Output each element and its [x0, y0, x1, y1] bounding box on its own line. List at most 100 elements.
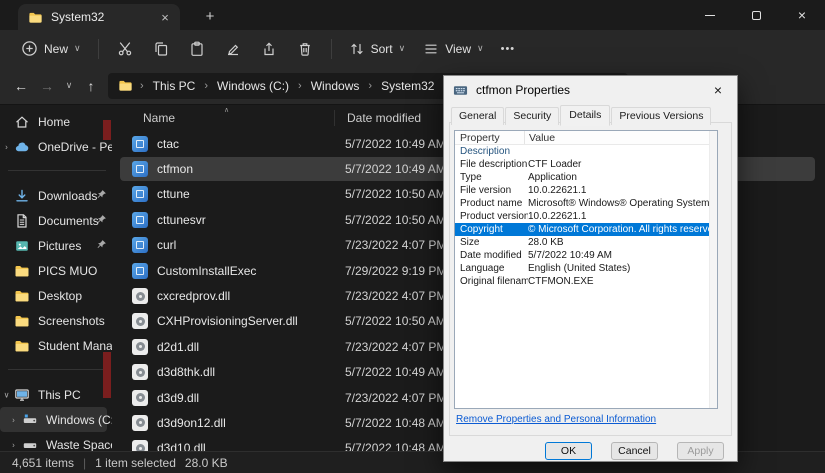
dialog-tabs: General Security Details Previous Versio…: [451, 105, 712, 126]
cut-button[interactable]: [110, 34, 140, 64]
property-name: Size: [460, 237, 480, 248]
explorer-tab[interactable]: System32 ×: [18, 4, 180, 30]
property-row-selected[interactable]: Copyright © Microsoft Corporation. All ri…: [455, 223, 709, 236]
minimize-button[interactable]: [687, 0, 733, 30]
chevron-down-icon[interactable]: ∨: [2, 390, 11, 399]
column-header-value[interactable]: Value: [524, 131, 709, 144]
view-button[interactable]: View ∨: [414, 36, 492, 62]
property-row[interactable]: Size 28.0 KB: [455, 236, 709, 249]
application-icon: [132, 186, 148, 203]
breadcrumb-windows[interactable]: Windows: [309, 78, 362, 94]
property-row[interactable]: Product version 10.0.22621.1: [455, 210, 709, 223]
picture-icon: [14, 238, 30, 254]
sidebar-item-downloads[interactable]: Downloads: [0, 183, 112, 208]
sidebar-item-label: Student Manage: [38, 338, 112, 353]
ctfmon-icon: [453, 83, 468, 98]
cancel-button[interactable]: Cancel: [611, 442, 658, 460]
property-row[interactable]: Type Application: [455, 171, 709, 184]
chevron-right-icon[interactable]: ›: [9, 440, 18, 449]
breadcrumb-system32[interactable]: System32: [379, 78, 436, 94]
remove-properties-link[interactable]: Remove Properties and Personal Informati…: [456, 414, 656, 425]
title-bar[interactable]: System32 × + ×: [0, 0, 825, 30]
sidebar-item-desktop[interactable]: Desktop: [0, 283, 112, 308]
file-date: 5/7/2022 10:50 AM: [345, 314, 446, 329]
sidebar-item-documents[interactable]: Documents: [0, 208, 112, 233]
drive-icon: [22, 437, 38, 452]
new-tab-button[interactable]: +: [198, 4, 222, 28]
file-name: d3d10.dll: [157, 441, 206, 451]
rename-button[interactable]: [218, 34, 248, 64]
breadcrumb-windows-c[interactable]: Windows (C:): [215, 78, 291, 94]
delete-button[interactable]: [290, 34, 320, 64]
tab-general[interactable]: General: [451, 107, 505, 125]
file-name: curl: [157, 238, 177, 253]
sort-ascending-icon: ∧: [224, 107, 230, 114]
sidebar-item-label: OneDrive - Perso: [38, 139, 112, 154]
sidebar-item-waste-space[interactable]: › Waste Space: [0, 432, 112, 452]
sidebar-item-home[interactable]: Home: [0, 109, 112, 134]
up-button[interactable]: ↑: [78, 73, 104, 99]
property-row[interactable]: Product name Microsoft® Windows® Operatin…: [455, 197, 709, 210]
chevron-right-icon: ›: [140, 79, 144, 92]
property-row[interactable]: Original filename CTFMON.EXE: [455, 275, 709, 288]
sidebar-item-onedrive[interactable]: › OneDrive - Perso: [0, 134, 112, 159]
sidebar-item-windows-c[interactable]: › Windows (C:): [0, 407, 112, 432]
sidebar-item-label: Pictures: [38, 238, 82, 253]
view-button-label: View: [445, 41, 472, 56]
sidebar-item-pics-muo[interactable]: PICS MUO: [0, 258, 112, 283]
forward-button[interactable]: →: [34, 73, 60, 99]
status-divider: |: [83, 455, 87, 470]
tab-previous-versions[interactable]: Previous Versions: [611, 107, 712, 125]
sidebar-item-student-manager[interactable]: Student Manage: [0, 333, 112, 358]
dll-icon: [132, 440, 148, 451]
sidebar-item-screenshots[interactable]: Screenshots: [0, 308, 112, 333]
dialog-title-bar[interactable]: ctfmon Properties ×: [444, 76, 737, 104]
sidebar-item-label: Windows (C:): [46, 412, 112, 427]
more-options-button[interactable]: •••: [493, 39, 524, 59]
sidebar-item-this-pc[interactable]: ∨ This PC: [0, 382, 112, 407]
dll-icon: [132, 288, 148, 305]
sort-arrows-icon: [349, 41, 365, 57]
tab-details[interactable]: Details: [560, 105, 611, 126]
property-row[interactable]: File version 10.0.22621.1: [455, 184, 709, 197]
apply-button[interactable]: Apply: [677, 442, 724, 460]
share-icon: [264, 41, 274, 55]
monitor-icon: [14, 387, 30, 403]
maximize-button[interactable]: [733, 0, 779, 30]
recent-locations-button[interactable]: ∨: [60, 73, 78, 99]
tab-security[interactable]: Security: [505, 107, 560, 125]
home-icon: [14, 114, 30, 130]
breadcrumb-this-pc[interactable]: This PC: [151, 78, 198, 94]
property-name: File description: [460, 159, 528, 170]
sidebar-item-pictures[interactable]: Pictures: [0, 233, 112, 258]
new-button[interactable]: New ∨: [12, 35, 90, 62]
property-row[interactable]: Date modified 5/7/2022 10:49 AM: [455, 249, 709, 262]
property-row[interactable]: Language English (United States): [455, 262, 709, 275]
property-name: Language: [460, 263, 505, 274]
ok-button[interactable]: OK: [545, 442, 592, 460]
sidebar-item-label: Documents: [38, 213, 99, 228]
chevron-right-icon[interactable]: ›: [9, 415, 18, 424]
file-date: 5/7/2022 10:50 AM: [345, 187, 446, 202]
property-value: 10.0.22621.1: [528, 211, 587, 222]
property-name: Copyright: [460, 224, 503, 235]
column-header-name[interactable]: Name: [143, 111, 334, 125]
column-header-date-modified[interactable]: Date modified: [334, 110, 421, 126]
file-date: 5/7/2022 10:49 AM: [345, 365, 446, 380]
dialog-close-button[interactable]: ×: [703, 77, 733, 103]
properties-dialog: ctfmon Properties × General Security Det…: [443, 75, 738, 462]
scrollbar[interactable]: [709, 131, 717, 408]
column-header-property[interactable]: Property: [455, 131, 524, 144]
back-button[interactable]: ←: [8, 73, 34, 99]
paste-button[interactable]: [182, 34, 212, 64]
chevron-down-icon: ∨: [74, 43, 81, 53]
share-button[interactable]: [254, 34, 284, 64]
property-rows: Description File description CTF Loader T…: [455, 145, 709, 288]
copy-button[interactable]: [146, 34, 176, 64]
property-row[interactable]: File description CTF Loader: [455, 158, 709, 171]
sort-button[interactable]: Sort ∨: [340, 36, 415, 62]
tab-close-icon[interactable]: ×: [156, 8, 174, 26]
close-button[interactable]: ×: [779, 0, 825, 30]
property-name: Date modified: [460, 250, 522, 261]
sidebar-item-label: Home: [38, 114, 71, 129]
